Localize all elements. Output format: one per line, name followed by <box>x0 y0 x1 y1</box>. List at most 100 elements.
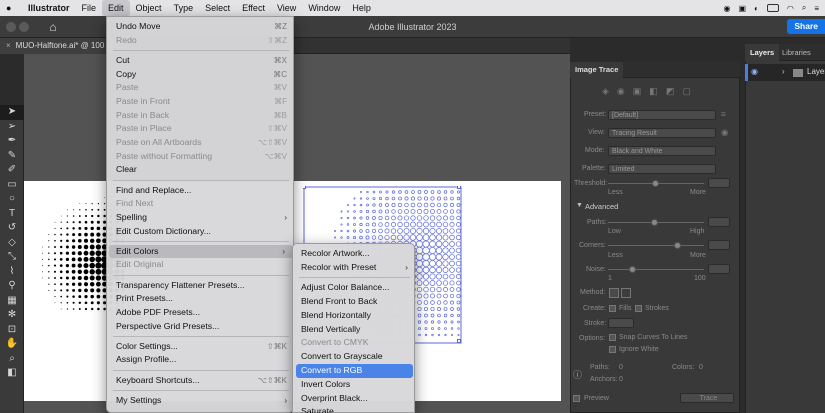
menu-item-edit-custom-dictionary[interactable]: Edit Custom Dictionary... <box>107 225 295 239</box>
submenu-item-overprint-black[interactable]: Overprint Black... <box>293 392 416 406</box>
auto-color-icon[interactable]: ◈ <box>602 86 609 98</box>
search-icon[interactable]: ⌕ <box>802 3 806 13</box>
image-trace-tab[interactable]: Image Trace <box>570 62 624 78</box>
symbol-sprayer-tool-icon[interactable]: ✻ <box>0 308 24 323</box>
hand-tool-icon[interactable]: ✋ <box>0 337 24 352</box>
threshold-value[interactable] <box>708 178 730 188</box>
preview-checkbox[interactable] <box>573 395 580 402</box>
shape-tool-icon[interactable]: ▭ <box>0 178 24 193</box>
submenu-item-blend-front-to-back[interactable]: Blend Front to Back <box>293 295 416 309</box>
menu-item-perspective-grid-presets[interactable]: Perspective Grid Presets... <box>107 320 295 334</box>
trace-button[interactable]: Trace <box>680 393 734 403</box>
apple-icon[interactable]: ● <box>6 0 14 16</box>
paths-value[interactable] <box>708 217 730 227</box>
menu-item-cut[interactable]: Cut ⌘X <box>107 54 295 68</box>
corners-slider-knob[interactable] <box>674 242 681 249</box>
warp-tool-icon[interactable]: ⌇ <box>0 265 24 280</box>
menu-item-assign-profile[interactable]: Assign Profile... <box>107 353 295 367</box>
cast-icon[interactable]: ◐ <box>754 4 759 13</box>
menu-app-name[interactable]: Illustrator <box>14 0 76 16</box>
method-abutting-icon[interactable] <box>609 288 619 298</box>
direct-selection-tool-icon[interactable]: ➢ <box>0 120 24 135</box>
pdf-icon[interactable]: ▣ <box>738 4 746 13</box>
pen-tool-icon[interactable]: ✒ <box>0 134 24 149</box>
threshold-slider-knob[interactable] <box>652 180 659 187</box>
selection-handle[interactable] <box>457 186 461 189</box>
stroke-value[interactable] <box>608 318 634 328</box>
layer-expand-chevron-icon[interactable]: › <box>782 67 785 76</box>
submenu-item-saturate[interactable]: Saturate... <box>293 405 416 413</box>
menu-item-adobe-pdf-presets[interactable]: Adobe PDF Presets... <box>107 306 295 320</box>
outline-icon[interactable]: ▢ <box>682 86 691 98</box>
control-center-icon[interactable]: ≡ <box>814 4 819 13</box>
submenu-item-recolor-artwork[interactable]: Recolor Artwork... <box>293 247 416 261</box>
menu-help[interactable]: Help <box>346 0 377 16</box>
menu-item-spelling[interactable]: Spelling › <box>107 211 295 225</box>
share-button[interactable]: Share <box>787 19 825 34</box>
low-color-icon[interactable]: ▣ <box>633 86 642 98</box>
fills-checkbox[interactable] <box>609 305 616 312</box>
method-overlapping-icon[interactable] <box>621 288 631 298</box>
gradient-tool-icon[interactable]: ▦ <box>0 294 24 309</box>
paintbrush-tool-icon[interactable]: ✐ <box>0 163 24 178</box>
preset-select[interactable]: [Default] <box>608 110 716 120</box>
selection-tool-icon[interactable]: ➤ <box>0 105 24 120</box>
eyedropper-tool-icon[interactable]: ⚲ <box>0 279 24 294</box>
menu-item-my-settings[interactable]: My Settings › <box>107 394 295 408</box>
menu-type[interactable]: Type <box>168 0 200 16</box>
preset-menu-icon[interactable]: ≡ <box>721 109 726 119</box>
black-white-icon[interactable]: ◩ <box>666 86 675 98</box>
layers-tab[interactable]: Layers <box>745 44 780 61</box>
noise-slider-track[interactable] <box>608 269 704 270</box>
ignore-white-checkbox[interactable] <box>609 346 616 353</box>
palette-select[interactable]: Limited <box>608 164 716 174</box>
eraser-tool-icon[interactable]: ◇ <box>0 236 24 251</box>
strokes-checkbox[interactable] <box>635 305 642 312</box>
menu-window[interactable]: Window <box>302 0 346 16</box>
libraries-tab[interactable]: Libraries <box>778 44 815 61</box>
menu-select[interactable]: Select <box>199 0 236 16</box>
submenu-item-convert-to-grayscale[interactable]: Convert to Grayscale <box>293 350 416 364</box>
curvature-tool-icon[interactable]: ✎ <box>0 149 24 164</box>
menu-item-edit-colors[interactable]: Edit Colors › <box>109 244 293 259</box>
menu-item-find-and-replace[interactable]: Find and Replace... <box>107 184 295 198</box>
advanced-label[interactable]: Advanced <box>585 202 618 211</box>
layer-visibility-eye-icon[interactable]: ◉ <box>751 67 758 76</box>
menu-view[interactable]: View <box>271 0 302 16</box>
menu-item-clear[interactable]: Clear <box>107 163 295 177</box>
menu-item-copy[interactable]: Copy ⌘C <box>107 68 295 82</box>
zoom-tool-icon[interactable]: ⌕ <box>0 352 24 367</box>
scale-tool-icon[interactable]: ⤡ <box>0 250 24 265</box>
rotate-tool-icon[interactable]: ↺ <box>0 221 24 236</box>
wifi-icon[interactable]: ◠ <box>787 4 794 13</box>
submenu-item-blend-vertically[interactable]: Blend Vertically <box>293 323 416 337</box>
paths-slider-knob[interactable] <box>651 219 658 226</box>
mode-select[interactable]: Black and White <box>608 146 716 156</box>
view-select[interactable]: Tracing Result <box>608 128 716 138</box>
noise-value[interactable] <box>708 264 730 274</box>
type-tool-icon[interactable]: T <box>0 207 24 222</box>
eye-icon[interactable]: ◉ <box>721 127 728 138</box>
menu-item-keyboard-shortcuts[interactable]: Keyboard Shortcuts... ⌥⇧⌘K <box>107 374 295 388</box>
advanced-toggle-icon[interactable]: ▼ <box>576 202 583 209</box>
noise-slider-knob[interactable] <box>629 266 636 273</box>
selection-handle[interactable] <box>457 339 461 343</box>
battery-icon[interactable] <box>766 4 779 12</box>
submenu-item-invert-colors[interactable]: Invert Colors <box>293 378 416 392</box>
corners-slider-track[interactable] <box>608 245 704 246</box>
fill-stroke-swatch-icon[interactable]: ◧ <box>0 366 24 381</box>
menu-object[interactable]: Object <box>130 0 168 16</box>
submenu-item-convert-to-rgb[interactable]: Convert to RGB <box>296 363 413 378</box>
menu-item-transparency-flattener-presets[interactable]: Transparency Flattener Presets... <box>107 279 295 293</box>
submenu-item-adjust-color-balance[interactable]: Adjust Color Balance... <box>293 281 416 295</box>
artboard-tool-icon[interactable]: ⊡ <box>0 323 24 338</box>
grayscale-icon[interactable]: ◧ <box>649 86 658 98</box>
submenu-item-recolor-with-preset[interactable]: Recolor with Preset › <box>293 261 416 275</box>
menu-item-print-presets[interactable]: Print Presets... <box>107 292 295 306</box>
menu-file[interactable]: File <box>76 0 103 16</box>
high-color-icon[interactable]: ◉ <box>617 86 625 98</box>
close-tab-icon[interactable]: × <box>6 41 11 50</box>
creative-cloud-icon[interactable]: ◉ <box>723 4 730 13</box>
selection-handle[interactable] <box>303 186 306 189</box>
snap-curves-checkbox[interactable] <box>609 334 616 341</box>
